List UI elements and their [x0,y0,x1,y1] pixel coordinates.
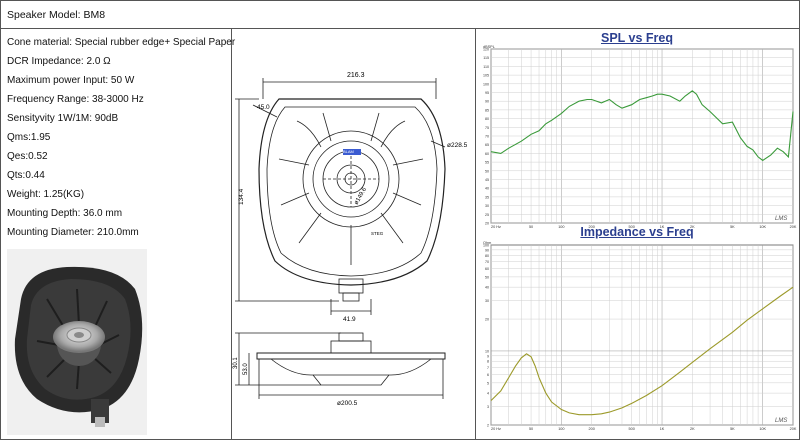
spl-ytick-label: 70 [485,135,489,139]
imp-ytick-label: 40 [485,286,489,290]
imp-ylabel: Ohm [483,241,491,245]
spl-ytick-label: 45 [485,178,489,182]
imp-ytick-label: 80 [485,254,489,258]
speaker-photo-graphic [7,249,147,435]
specs-column: Cone material: Special rubber edge+ Spec… [1,29,236,439]
imp-xtick-label: 20K [790,427,797,431]
spl-chart: 2025303540455055606570758085909510010511… [483,45,797,229]
imp-watermark: LMS [775,418,787,424]
imp-xtick-label: 20 Hz [491,427,501,431]
spl-ytick-label: 65 [485,143,489,147]
spec-cone: Cone material: Special rubber edge+ Spec… [7,37,236,48]
spl-chart-title: SPL vs Freq [600,31,674,45]
spec-freq-range: Frequency Range: 38-3000 Hz [7,94,144,105]
spl-ytick-label: 55 [485,161,489,165]
spl-ytick-label: 40 [485,187,489,191]
dim-height: 134.4 [238,188,245,205]
imp-xtick-label: 2K [690,427,695,431]
spl-watermark: LMS [775,216,787,222]
model-header: Speaker Model: BM8 [1,1,799,29]
imp-xtick-label: 200 [588,427,594,431]
dim-depth2: 53.0 [243,363,249,375]
spec-depth: Mounting Depth: 36.0 mm [7,208,123,219]
imp-xtick-label: 5K [730,427,735,431]
spec-qts: Qts:0.44 [7,170,45,181]
drawing-column: 216.3 45.0 ø228.5 ø149.6 134.4 41.9 30.1… [231,29,476,439]
imp-ytick-label: 9 [487,354,489,358]
imp-xtick-label: 50 [529,427,533,431]
spl-ytick-label: 75 [485,126,489,130]
spl-ytick-label: 50 [485,169,489,173]
imp-ytick-label: 2 [487,424,489,428]
spec-power: Maximum power Input: 50 W [7,75,135,86]
spec-dcr: DCR Impedance: 2.0 Ω [7,56,111,67]
imp-xtick-label: 100 [558,427,564,431]
sticker-label: BLAM [343,149,354,154]
imp-ytick-label: 10 [485,349,489,353]
imp-ytick-label: 70 [485,260,489,264]
charts-column: SPL vs Freq 20 25 30 35 40 45 50 55 60 65 70 75 80 85… [475,29,799,439]
spec-qes: Qes:0.52 [7,151,48,162]
dim-depth1: 30.1 [233,357,239,369]
imp-ytick-label: 20 [485,318,489,322]
imp-ytick-label: 30 [485,299,489,303]
imp-ytick-label: 60 [485,267,489,271]
dim-outer-dia: ø228.5 [447,142,468,149]
spl-ytick-label: 30 [485,204,489,208]
imp-xtick-label: 500 [629,427,635,431]
imp-ytick-label: 50 [485,275,489,279]
impedance-chart: 2345678910203040506070809010020 Hz 50 100 2… [483,241,797,431]
spl-ytick-label: 100 [483,82,489,86]
spl-ytick-label: 95 [485,91,489,95]
impedance-chart-title: Impedance vs Freq [580,225,694,239]
spl-ytick-label: 110 [483,65,489,69]
speaker-photo [7,249,147,435]
dim-inner: ø149.6 [354,186,369,206]
dim-width: 216.3 [347,72,365,79]
spec-qms: Qms:1.95 [7,132,51,143]
spl-ytick-label: 25 [485,213,489,217]
spl-ytick-label: 105 [483,74,489,78]
dim-terminal: 41.9 [343,316,356,323]
spl-ytick-label: 90 [485,100,489,104]
spl-ytick-label: 115 [483,56,489,60]
imp-ytick-label: 6 [487,373,489,377]
spec-diameter: Mounting Diameter: 210.0mm [7,227,139,238]
spec-sensitivity: Sensityvity 1W/1M: 90dB [7,113,119,124]
spec-sheet: Speaker Model: BM8 Cone material: Specia… [0,0,800,440]
imp-xtick-label: 1K [660,427,665,431]
imp-ytick-label: 5 [487,381,489,385]
imp-xtick-label: 10K [759,427,766,431]
imp-ytick-label: 4 [487,392,489,396]
imp-ytick-label: 7 [487,366,489,370]
dim-base-dia: ø200.5 [337,400,358,407]
spl-ylabel: dBSPL [483,45,495,49]
spl-ytick-label: 60 [485,152,489,156]
brand-label: STEG [371,231,384,236]
spl-ytick-label: 80 [485,117,489,121]
spl-ytick-label: 35 [485,195,489,199]
imp-ytick-label: 8 [487,360,489,364]
technical-drawing: 216.3 45.0 ø228.5 ø149.6 134.4 41.9 30.1… [233,72,468,407]
spl-ytick-label: 85 [485,108,489,112]
dim-angle: 45.0 [257,104,270,111]
imp-ytick-label: 3 [487,405,489,409]
spec-weight: Weight: 1.25(KG) [7,189,85,200]
imp-ytick-label: 90 [485,248,489,252]
